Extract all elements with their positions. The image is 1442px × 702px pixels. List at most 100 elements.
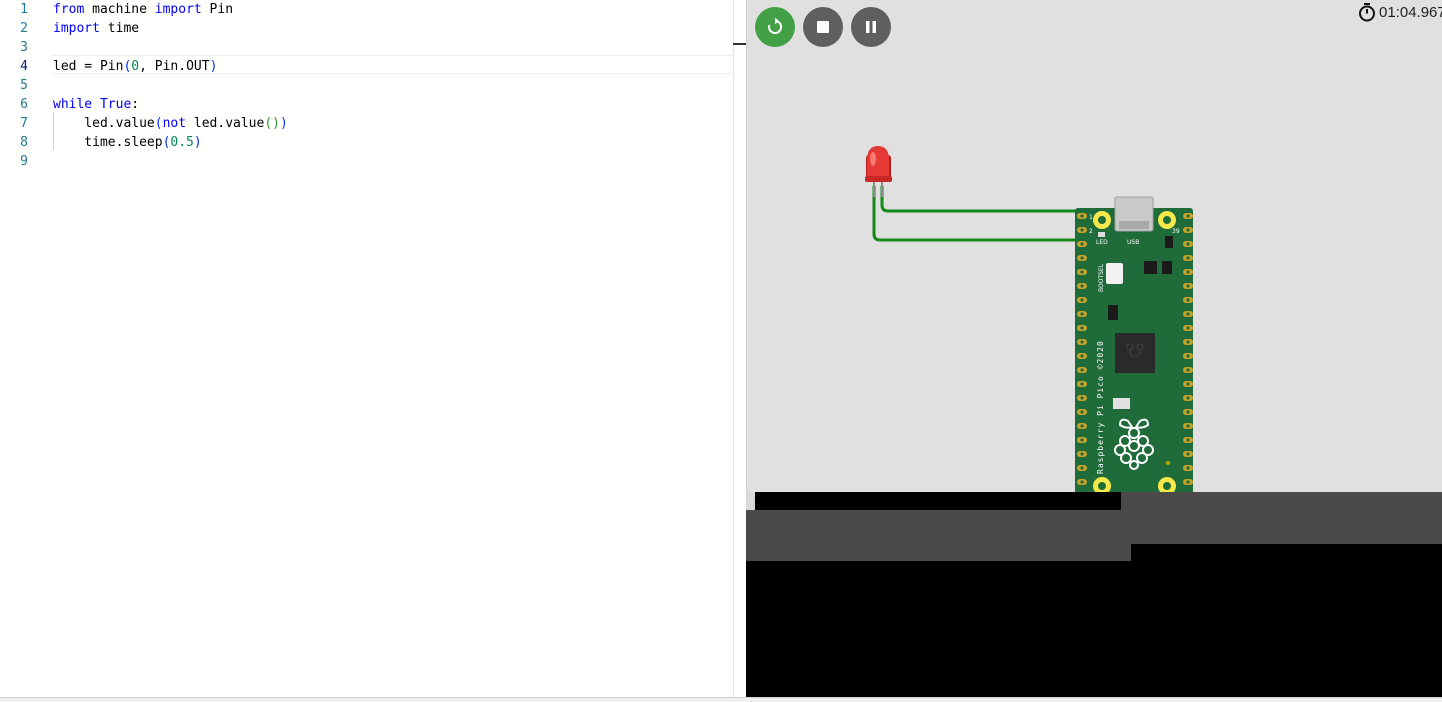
code-line[interactable]: 3 [0,38,733,57]
bootsel-silk-label: BOOTSEL [1098,263,1105,292]
circuit-diagram: 1 2 39 LED USB BOOTSEL Raspberry Pi Pico… [865,146,1193,492]
led-component[interactable] [865,146,892,197]
header-pin-hole [1186,214,1190,218]
line-number: 6 [20,97,28,112]
header-pin-hole [1080,242,1084,246]
header-pin-hole [1080,480,1084,484]
code-token: 0.5 [170,135,194,150]
code-token: ) [280,116,288,131]
code-text: led = Pin(0, Pin.OUT) [53,57,217,76]
header-pin-hole [1080,326,1084,330]
code-line[interactable]: 1 from machine import Pin [0,0,733,19]
pin-label-39: 39 [1172,228,1180,235]
header-pin-hole [1186,368,1190,372]
header-pin-hole [1186,452,1190,456]
led-silk-label: LED [1096,239,1108,246]
restart-icon [768,17,783,34]
header-pin-hole [1080,438,1084,442]
pause-simulation-button[interactable] [851,7,891,47]
line-number: 7 [20,116,28,131]
code-editor[interactable]: 1 from machine import Pin 2 import time 3 4 le… [0,0,733,697]
stop-icon [817,21,829,33]
header-pin-hole [1080,284,1084,288]
header-pin-hole [1080,214,1084,218]
code-token: led.value [186,116,265,131]
code-token: ( [154,116,163,131]
header-pin-hole [1186,298,1190,302]
code-token: import [53,21,100,36]
line-number: 4 [20,59,28,74]
restart-simulation-button[interactable] [755,7,795,47]
panel-black-tab [755,492,1121,510]
overview-ruler-marker [733,43,746,45]
header-pin-hole [1186,438,1190,442]
header-pin-hole [1186,284,1190,288]
header-pin-hole [1080,340,1084,344]
panel-gray-band-left [746,510,1131,561]
code-token: ) [209,59,218,74]
code-text: import time [53,19,139,38]
simulation-timer: 01:04.967 [1357,2,1442,22]
code-token: import [154,2,202,17]
editor-scrollbar[interactable] [733,0,746,697]
code-text: led.value(not led.value()) [53,114,288,133]
line-number: 2 [20,21,28,36]
header-pin-hole [1186,326,1190,330]
header-pin-hole [1080,466,1084,470]
code-token: ) [193,135,202,150]
wires[interactable] [872,186,1079,242]
header-pin-hole [1186,382,1190,386]
code-token: time [99,21,140,36]
code-line[interactable]: 5 [0,76,733,95]
timer-value: 01:04.967 [1379,3,1442,21]
header-pin-hole [1080,410,1084,414]
pin-label-1: 1 [1089,214,1093,221]
line-number: 3 [20,40,28,55]
header-pin-hole [1186,424,1190,428]
code-token: led.value [53,116,155,131]
code-token: Pin [201,2,234,17]
code-token: from [53,2,85,17]
header-pin-hole [1186,396,1190,400]
header-pin-hole [1080,298,1084,302]
code-token: : [131,97,140,112]
code-token: while [53,97,93,112]
code-line[interactable]: 6 while True: [0,95,733,114]
stop-simulation-button[interactable] [803,7,843,47]
header-pin-hole [1080,396,1084,400]
raspberry-pi-pico-board[interactable]: 1 2 39 LED USB BOOTSEL Raspberry Pi Pico… [1075,196,1193,492]
code-line[interactable]: 4 led = Pin(0, Pin.OUT) [0,57,733,76]
bottom-status-strip [0,697,1442,702]
header-pin-hole [1080,424,1084,428]
code-token: 0 [131,59,140,74]
simulation-canvas[interactable]: 1 2 39 LED USB BOOTSEL Raspberry Pi Pico… [746,0,1442,492]
header-pin-hole [1080,452,1084,456]
header-pin-hole [1186,480,1190,484]
line-number: 9 [20,154,28,169]
code-text: while True: [53,95,139,114]
header-pin-hole [1186,354,1190,358]
header-pin-hole [1186,242,1190,246]
header-pin-hole [1080,368,1084,372]
pin-label-2: 2 [1089,228,1093,235]
code-line[interactable]: 8 time.sleep(0.5) [0,133,733,152]
serial-monitor-panel [746,492,1442,697]
header-pin-hole [1186,228,1190,232]
line-number: 5 [20,78,28,93]
header-pin-hole [1080,312,1084,316]
header-pin-hole [1186,410,1190,414]
code-line[interactable]: 7 led.value(not led.value()) [0,114,733,133]
header-pin-hole [1080,354,1084,358]
code-token: not [162,116,187,131]
code-text: time.sleep(0.5) [53,133,202,152]
board-silkscreen-text: Raspberry Pi Pico ©2020 [1096,340,1105,474]
code-line[interactable]: 2 import time [0,19,733,38]
header-pin-hole [1080,382,1084,386]
code-line[interactable]: 9 [0,152,733,171]
header-pin-hole [1186,270,1190,274]
usb-silk-label: USB [1127,239,1139,246]
stopwatch-icon [1359,3,1375,22]
header-pin-hole [1186,340,1190,344]
code-token: machine [84,2,155,17]
